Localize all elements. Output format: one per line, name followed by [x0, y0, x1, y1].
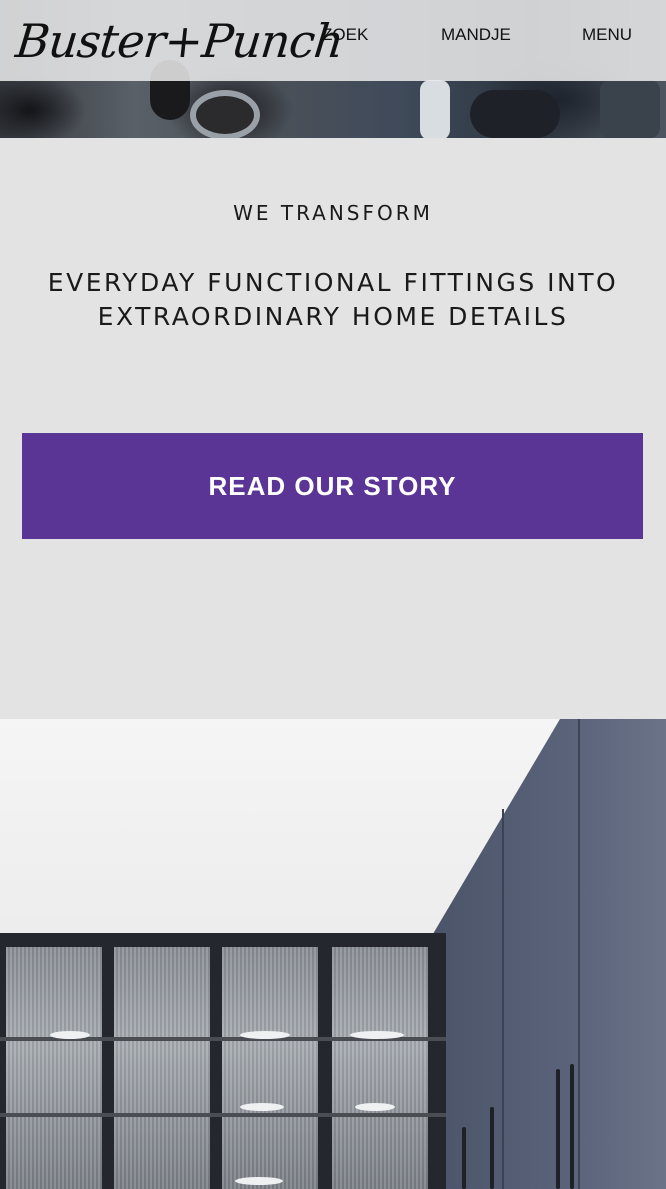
nav-cart-link[interactable]: MANDJE — [441, 24, 511, 46]
nav-menu-link[interactable]: MENU — [582, 24, 632, 46]
cabinet-shelf — [0, 1113, 446, 1117]
glass-door — [114, 947, 210, 1189]
intro-eyebrow: WE TRANSFORM — [233, 201, 433, 225]
hero-shape — [190, 90, 260, 138]
cabinet-seam — [502, 809, 504, 1189]
glass-cabinet — [0, 933, 446, 1189]
cabinet-handle — [462, 1127, 466, 1189]
kitchen-image — [0, 719, 666, 1189]
cabinet-handle — [570, 1064, 574, 1189]
cabinet-handle — [490, 1107, 494, 1189]
plate — [235, 1177, 283, 1185]
glass-door — [222, 947, 318, 1189]
site-header: Buster+Punch ZOEK MANDJE MENU — [0, 0, 666, 81]
glass-door — [6, 947, 102, 1189]
plate — [355, 1103, 395, 1111]
plate — [240, 1031, 290, 1039]
brand-logo[interactable]: Buster+Punch — [12, 6, 346, 76]
cabinet-handle — [556, 1069, 560, 1189]
intro-section: WE TRANSFORM EVERYDAY FUNCTIONAL FITTING… — [0, 138, 666, 719]
glass-door — [332, 947, 428, 1189]
hero-shape — [420, 80, 450, 138]
plate — [240, 1103, 284, 1111]
plate — [50, 1031, 90, 1039]
cabinet-seam — [578, 719, 580, 1189]
hero-shape — [470, 90, 560, 138]
nav-search-link[interactable]: ZOEK — [322, 24, 368, 46]
hero-shape — [600, 80, 660, 138]
plate — [350, 1031, 404, 1039]
read-our-story-button[interactable]: READ OUR STORY — [22, 433, 643, 539]
intro-headline: EVERYDAY FUNCTIONAL FITTINGS INTO EXTRAO… — [47, 268, 619, 331]
